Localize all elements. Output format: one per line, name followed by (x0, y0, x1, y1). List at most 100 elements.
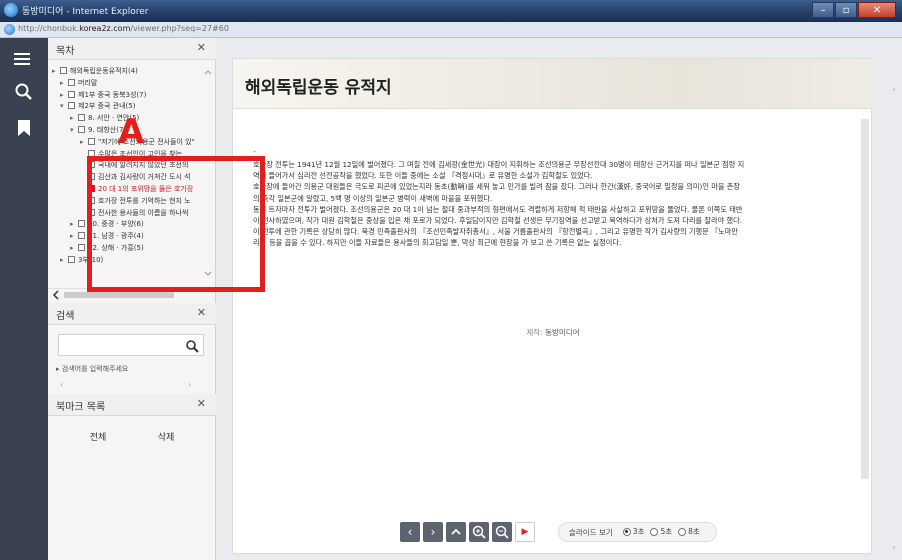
toc-expander-icon[interactable]: ▸ (60, 255, 68, 265)
search-submit-icon[interactable] (185, 338, 199, 353)
document-line: 리』 등을 꼽을 수 있다. 하지만 이들 자료들은 용사들의 회고담일 뿐, … (253, 238, 622, 248)
bookmark-icon[interactable] (14, 118, 34, 138)
document-credit: 제작: 동방미디어 (233, 327, 873, 338)
play-slideshow-button[interactable]: ▶ (515, 522, 535, 542)
toc-scroll-thumb[interactable] (64, 292, 174, 298)
document-scrollbar[interactable] (859, 111, 871, 555)
document-line: 역에 들어가서 심리전 선전공작을 했었다. 또한 이들 중에는 소설 『격정시… (253, 171, 593, 181)
toc-node-icon (88, 137, 95, 145)
annotation-box (87, 156, 265, 292)
search-close-icon[interactable]: ✕ (197, 306, 206, 319)
zoom-out-button[interactable] (492, 522, 512, 542)
address-url[interactable]: http://chonbuk.korea2z.com/viewer.php?se… (18, 24, 229, 33)
document-line: 호가장에 들어간 의용군 대원들은 극도로 피곤에 있었는지라 동초(動哨)를 … (253, 182, 740, 192)
search-input[interactable] (59, 337, 179, 358)
close-window-button[interactable]: ✕ (858, 2, 896, 18)
toc-item-label: 제2부 중국 관내(5) (78, 102, 136, 111)
bookmark-delete-button[interactable]: 삭제 (136, 430, 196, 443)
search-title: 검색 (56, 311, 75, 322)
ie-logo-icon (4, 3, 18, 17)
slideshow-label: 슬라이드 보기 (569, 527, 613, 537)
slideshow-options: 슬라이드 보기 3초 5초 8초 (558, 522, 717, 542)
bookmark-close-icon[interactable]: ✕ (197, 397, 206, 410)
annotation-letter: A (118, 112, 145, 152)
document-line: 이 전투에 관한 기록은 상당히 많다. 북경 민족출판사의 『조선민족발자취총… (253, 227, 739, 237)
chevron-up-icon (451, 528, 461, 535)
document-body: 호가장 전투는 1941년 12월 12일에 벌어졌다. 그 며칠 전에 김세광… (253, 159, 849, 249)
toc-expander-icon[interactable]: ▸ (70, 219, 78, 229)
toc-expander-icon[interactable]: ▸ (70, 243, 78, 253)
zoom-in-icon (472, 525, 486, 539)
address-bar[interactable]: http://chonbuk.korea2z.com/viewer.php?se… (0, 22, 902, 38)
toc-expander-icon[interactable]: ▾ (60, 101, 68, 111)
search-header: 검색 ✕ (48, 303, 216, 325)
toc-expander-icon[interactable]: ▸ (52, 66, 60, 76)
toc-expander-icon[interactable]: ▸ (70, 231, 78, 241)
toc-expander-icon[interactable]: ▸ (60, 90, 68, 100)
viewer-icon-bar (0, 38, 48, 560)
radio-dot-icon (678, 527, 687, 536)
document-line: 호가장 전투는 1941년 12월 12일에 벌어졌다. 그 며칠 전에 김세광… (253, 160, 745, 169)
title-bar: 동방미디어 - Internet Explorer – ▫ ✕ (0, 0, 902, 22)
next-page-button[interactable]: › (423, 522, 443, 542)
document-page: 해외독립운동 유적지 - 호가장 전투는 1941년 12월 12일에 벌어졌다… (232, 58, 873, 555)
toc-item-label: 해외독립운동유적지(4) (70, 67, 138, 75)
toc-node-icon (78, 232, 85, 240)
document-line: 이 전사하였으며, 작가 대원 김학철은 중상을 입은 채 포로가 되었다. 후… (253, 216, 742, 226)
toc-node-icon (78, 114, 85, 122)
toc-node-icon (78, 244, 85, 251)
document-line: 동이 트자마자 전투가 벌어졌다. 조선의용군은 20 대 1이 넘는 절대 중… (253, 204, 743, 214)
bookmark-title: 북마크 목록 (56, 402, 106, 413)
toc-item[interactable]: ▸ 머리말 (60, 78, 97, 88)
toc-node-icon (68, 78, 75, 86)
toc-item[interactable]: ▾ 제2부 중국 관내(5) (60, 101, 135, 111)
main-scrollbar[interactable]: ˄ ˅ (890, 88, 900, 558)
radio-label: 3초 (632, 527, 645, 537)
toc-item[interactable]: ▸ 해외독립운동유적지(4) (52, 66, 138, 76)
bookmark-all-button[interactable]: 전체 (68, 430, 128, 443)
slideshow-interval-radio[interactable]: 3초 (622, 526, 645, 537)
radio-dot-icon (622, 527, 631, 536)
toc-item-label: 머리말 (78, 78, 98, 87)
toc-node-icon (68, 102, 75, 110)
minimize-button[interactable]: – (812, 2, 834, 18)
zoom-in-button[interactable] (469, 522, 489, 542)
viewer-controls: ‹ › ▶ 슬라이드 보기 3초 5초 8초 (400, 520, 717, 544)
toc-expander-icon[interactable]: ▾ (70, 125, 78, 135)
slideshow-interval-radio[interactable]: 5초 (650, 526, 672, 537)
zoom-out-icon (495, 525, 509, 539)
toc-expander-icon[interactable]: ▸ (80, 137, 88, 147)
browser-window: 동방미디어 - Internet Explorer – ▫ ✕ http://c… (0, 0, 902, 560)
page-favicon-icon (4, 24, 15, 35)
radio-label: 5초 (660, 527, 673, 537)
toc-item[interactable]: ▸ 제1부 중국 동북3성(7) (60, 90, 146, 100)
menu-icon[interactable] (14, 50, 34, 70)
prev-page-button[interactable]: ‹ (400, 522, 420, 542)
search-icon[interactable] (14, 82, 34, 102)
credit-value: 동방미디어 (545, 328, 580, 337)
toc-node-icon (68, 90, 75, 98)
first-page-button[interactable] (446, 522, 466, 542)
toc-expander-icon[interactable]: ▸ (70, 113, 78, 123)
radio-label: 8초 (688, 527, 700, 537)
radio-dot-icon (650, 527, 659, 536)
toc-node-icon (68, 255, 75, 263)
toc-title: 목차 (56, 46, 75, 57)
slideshow-interval-radio[interactable]: 8초 (678, 526, 700, 537)
toc-close-icon[interactable]: ✕ (197, 41, 206, 54)
document-scroll-thumb[interactable] (861, 119, 869, 479)
toc-header: 목차 ✕ (48, 38, 216, 60)
search-box (58, 334, 204, 358)
maximize-button[interactable]: ▫ (835, 2, 857, 18)
document-dash: - (253, 147, 256, 156)
credit-label: 제작: (526, 328, 543, 337)
toc-node-icon (78, 126, 85, 133)
bookmark-header: 북마크 목록 ✕ (48, 394, 216, 416)
toc-node-icon (78, 220, 85, 228)
toc-expander-icon[interactable]: ▸ (60, 78, 68, 88)
toc-node-icon (60, 67, 67, 74)
document-title: 해외독립운동 유적지 (245, 78, 392, 98)
window-controls: – ▫ ✕ (812, 2, 896, 18)
search-scrollbar[interactable]: ‹ › (48, 380, 216, 390)
search-hint: ▸ 검색어를 입력해주세요 (56, 365, 129, 373)
